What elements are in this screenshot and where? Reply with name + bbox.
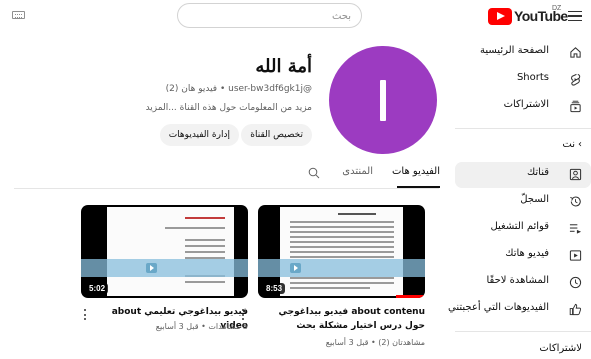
video-thumbnail[interactable]: 8:53	[258, 205, 425, 298]
thumbnail-text-line	[290, 236, 394, 238]
channel-video-count: فيديو هان (2)	[165, 84, 218, 94]
thumbnail-text-line	[290, 241, 394, 243]
tab-community[interactable]: المنتدى	[342, 166, 373, 177]
watch-later-icon	[569, 276, 582, 289]
sidebar-heading-label: نت	[562, 139, 575, 150]
sidebar-item-label: المشاهدة لاحقًا	[486, 275, 549, 286]
thumbnail-text-line	[290, 277, 394, 279]
channel-meta: @user-bw3df6gk1j • فيديو هان (2)	[166, 84, 312, 94]
thumbnail-text-line	[290, 256, 394, 258]
video-duration: 5:02	[86, 283, 109, 294]
top-bar: YouTube DZ	[0, 0, 591, 32]
sidebar-item-label: قناتك	[526, 167, 549, 178]
video-meta: مشاهدتان (2) • قبل 3 أسابيع	[325, 338, 425, 347]
thumbnail-text-line	[290, 251, 394, 253]
sidebar-item-label: السجلّ	[520, 194, 549, 205]
manage-videos-button[interactable]: إدارة الفيديوهات	[159, 124, 239, 146]
thumbnail-text-line	[290, 287, 370, 289]
subscriptions-icon	[570, 100, 581, 113]
sidebar-divider	[455, 128, 591, 129]
channel-handle: @user-bw3df6gk1j	[228, 84, 312, 94]
shorts-icon	[571, 73, 581, 86]
your-channel-icon	[569, 168, 582, 181]
thumbnail-text-line	[165, 227, 225, 229]
sidebar-item-playlists[interactable]: قوائم التشغيل	[455, 216, 591, 242]
thumbnail-text-line	[290, 282, 394, 284]
thumbnail-highlight-band	[258, 259, 425, 277]
channel-info: أمة الله @user-bw3df6gk1j • فيديو هان (2…	[146, 48, 312, 158]
home-icon	[570, 47, 581, 58]
thumbnail-text-line	[185, 281, 225, 283]
watch-progress-bar	[396, 295, 425, 298]
sidebar-item-label: الفيديوهات التي أعجبتني	[448, 302, 549, 313]
tab-videos[interactable]: الفيديو هات	[392, 166, 440, 177]
sidebar-item-your-videos[interactable]: فيديو هاتك	[455, 243, 591, 269]
thumbnail-text-line	[185, 251, 225, 253]
customize-channel-button[interactable]: تخصيص القناة	[241, 124, 312, 146]
sidebar-you-heading[interactable]: ›نت	[562, 139, 582, 150]
video-card[interactable]: 5:02 فيديو بيداغوجي تعليمي about video 5…	[81, 205, 248, 355]
chevron-left-icon: ›	[578, 139, 582, 150]
thumbnail-text-line	[185, 245, 225, 247]
sidebar-item-home[interactable]: الصفحة الرئيسية	[455, 40, 591, 66]
more-actions-icon[interactable]	[83, 309, 87, 321]
keyboard-icon[interactable]	[12, 11, 25, 19]
liked-videos-icon	[569, 303, 582, 316]
more-actions-icon[interactable]	[241, 309, 245, 321]
meta-separator: •	[217, 84, 229, 94]
sidebar-item-label: قوائم التشغيل	[490, 221, 549, 232]
thumbnail-text-line	[338, 213, 376, 215]
thumbnail-text-line	[185, 239, 225, 241]
channel-avatar[interactable]	[329, 46, 437, 154]
sidebar-subscriptions-heading: لاشتراكات	[539, 343, 582, 354]
thumbnail-text-line	[290, 226, 394, 228]
channel-search-icon[interactable]	[308, 167, 320, 179]
search-box[interactable]	[177, 3, 362, 28]
logo-country-code: DZ	[552, 5, 562, 12]
thumbnail-text-line	[185, 217, 225, 219]
tabs-divider	[14, 188, 439, 189]
sidebar-item-label: الاشتراكات	[503, 99, 549, 110]
sidebar-item-subscriptions[interactable]: الاشتراكات	[455, 94, 591, 120]
sidebar-item-watch-later[interactable]: المشاهدة لاحقًا	[455, 270, 591, 296]
playlists-icon	[569, 224, 582, 234]
video-thumbnail[interactable]: 5:02	[81, 205, 248, 298]
your-videos-icon	[569, 250, 582, 261]
hamburger-menu-icon[interactable]	[568, 11, 582, 21]
thumbnail-document-image	[280, 207, 403, 296]
channel-name: أمة الله	[255, 56, 312, 77]
sidebar-item-label: فيديو هاتك	[505, 248, 549, 259]
video-duration: 8:53	[263, 283, 286, 294]
thumbnail-text-line	[290, 231, 394, 233]
video-meta: 5 مشاهدات • قبل 3 أسابيع	[155, 322, 248, 331]
sidebar-item-liked-videos[interactable]: الفيديوهات التي أعجبتني	[448, 297, 591, 323]
sidebar-divider	[455, 331, 591, 332]
search-input[interactable]	[201, 8, 351, 24]
sidebar: الصفحة الرئيسية Shorts الاشتراكات ›نت قن…	[448, 38, 591, 359]
thumbnail-document-image	[107, 207, 234, 296]
sidebar-item-label: Shorts	[516, 72, 549, 83]
sidebar-item-history[interactable]: السجلّ	[455, 189, 591, 215]
thumbnail-text-line	[290, 221, 394, 223]
sidebar-item-your-channel[interactable]: قناتك	[455, 162, 591, 188]
thumbnail-text-line	[290, 246, 394, 248]
thumbnail-play-icon	[290, 263, 301, 273]
thumbnail-play-icon	[146, 263, 157, 273]
sidebar-item-shorts[interactable]: Shorts	[455, 67, 591, 93]
video-card[interactable]: 8:53 about contenu فيديو بيداغوجي حول در…	[258, 205, 425, 355]
thumbnail-highlight-band	[81, 259, 248, 277]
video-title[interactable]: about contenu فيديو بيداغوجي حول درس اخت…	[275, 305, 425, 333]
channel-description[interactable]: مزيد من المعلومات حول هذه القناة ...المز…	[146, 103, 312, 113]
sidebar-item-label: الصفحة الرئيسية	[480, 45, 549, 56]
youtube-play-logo-icon	[488, 7, 512, 25]
history-icon	[570, 196, 581, 207]
